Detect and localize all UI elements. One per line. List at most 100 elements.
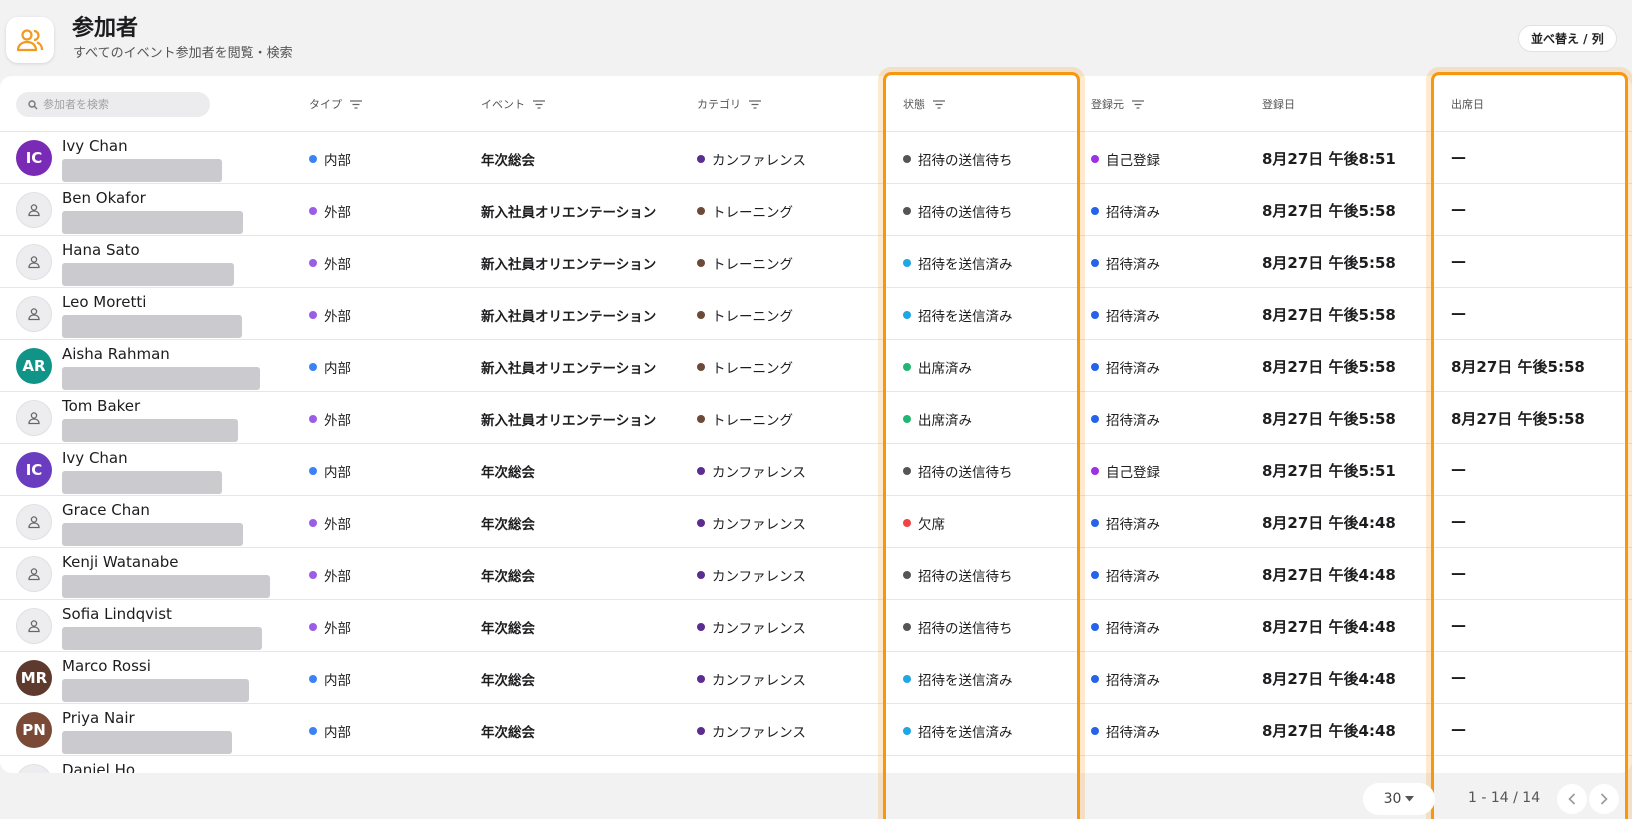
filter-icon[interactable] [1132, 99, 1144, 109]
category-cell-dot [697, 727, 705, 735]
type-cell: 内部 [309, 461, 351, 481]
category-cell-dot [697, 519, 705, 527]
table-row[interactable]: Hana Sato 外部 新入社員オリエンテーション トレーニング 招待を送信済み 招待済… [0, 236, 1632, 288]
redacted-email-bar [62, 471, 222, 494]
redacted-email-bar [62, 679, 249, 702]
table-row[interactable]: Grace Chan 外部 年次総会 カンファレンス 欠席 招待済み 8月27日 午後4:4… [0, 496, 1632, 548]
registered-date: 8月27日 午後5:58 [1262, 410, 1396, 428]
page-title: 参加者 [72, 16, 139, 41]
person-icon [28, 256, 40, 269]
column-header-event[interactable]: イベント [481, 96, 545, 112]
column-header-status[interactable]: 状態 [903, 96, 945, 112]
participant-name[interactable]: Ben Okafor [62, 189, 146, 207]
category-cell: トレーニング [697, 357, 793, 377]
participant-name[interactable]: Ivy Chan [62, 137, 128, 155]
category-cell-label: トレーニング [712, 413, 793, 429]
source-cell: 招待済み [1091, 305, 1160, 325]
filter-icon[interactable] [749, 99, 761, 109]
type-cell-dot [309, 467, 317, 475]
column-header-category-label: カテゴリ [697, 98, 741, 111]
table-row[interactable]: IC Ivy Chan 内部 年次総会 カンファレンス 招待の送信待ち 自己登録 8月27日 … [0, 444, 1632, 496]
event-cell-label: 年次総会 [481, 569, 535, 585]
table-row[interactable]: AR Aisha Rahman 内部 新入社員オリエンテーション トレーニング 出席済み 招… [0, 340, 1632, 392]
filter-icon[interactable] [350, 99, 362, 109]
table-row[interactable]: Daniel Ho [0, 756, 1632, 773]
table-row[interactable]: Ben Okafor 外部 新入社員オリエンテーション トレーニング 招待の送信待ち 招待… [0, 184, 1632, 236]
chevron-left-icon [1568, 793, 1576, 805]
column-header-category[interactable]: カテゴリ [697, 96, 761, 112]
filter-icon[interactable] [533, 99, 545, 109]
source-cell-dot [1091, 623, 1099, 631]
participant-name[interactable]: Kenji Watanabe [62, 553, 179, 571]
participant-name[interactable]: Sofia Lindqvist [62, 605, 172, 623]
source-cell-dot [1091, 415, 1099, 423]
participant-name[interactable]: Leo Moretti [62, 293, 146, 311]
event-cell: 年次総会 [481, 565, 535, 585]
category-cell-dot [697, 571, 705, 579]
next-page-button[interactable] [1589, 784, 1619, 814]
participant-name[interactable]: Grace Chan [62, 501, 150, 519]
participant-name[interactable]: Priya Nair [62, 709, 135, 727]
participant-name[interactable]: Daniel Ho [62, 761, 135, 773]
category-cell: カンファレンス [697, 669, 806, 689]
type-cell-dot [309, 519, 317, 527]
column-header-attended[interactable]: 出席日 [1451, 96, 1484, 112]
avatar-initials: MR [20, 669, 48, 687]
column-header-source[interactable]: 登録元 [1091, 96, 1144, 112]
redacted-email-bar [62, 523, 243, 546]
avatar [16, 764, 52, 773]
registered-date: 8月27日 午後5:58 [1262, 358, 1396, 376]
type-cell: 内部 [309, 721, 351, 741]
category-cell: トレーニング [697, 305, 793, 325]
participant-name[interactable]: Hana Sato [62, 241, 140, 259]
prev-page-button[interactable] [1557, 784, 1587, 814]
participant-name[interactable]: Marco Rossi [62, 657, 151, 675]
person-icon [28, 516, 40, 529]
person-icon [28, 204, 40, 217]
table-row[interactable]: IC Ivy Chan 内部 年次総会 カンファレンス 招待の送信待ち 自己登録 8月27日 … [0, 132, 1632, 184]
status-cell-label: 招待の送信待ち [918, 621, 1013, 637]
source-cell-label: 招待済み [1106, 725, 1160, 741]
registered-date: 8月27日 午後5:58 [1262, 202, 1396, 220]
participant-name[interactable]: Tom Baker [62, 397, 140, 415]
type-cell-label: 外部 [324, 569, 351, 585]
registered-date: 8月27日 午後8:51 [1262, 150, 1396, 168]
table-row[interactable]: MR Marco Rossi 内部 年次総会 カンファレンス 招待を送信済み 招待済み 8月2… [0, 652, 1632, 704]
table-row[interactable]: Sofia Lindqvist 外部 年次総会 カンファレンス 招待の送信待ち 招待済み 8… [0, 600, 1632, 652]
category-cell-dot [697, 415, 705, 423]
page-size-select[interactable]: 30 [1363, 783, 1435, 815]
table-row[interactable]: PN Priya Nair 内部 年次総会 カンファレンス 招待を送信済み 招待済み 8月27… [0, 704, 1632, 756]
category-cell: カンファレンス [697, 617, 806, 637]
search-input[interactable] [43, 98, 203, 111]
source-cell-label: 自己登録 [1106, 153, 1160, 169]
category-cell-label: トレーニング [712, 309, 793, 325]
category-cell-dot [697, 675, 705, 683]
table-row[interactable]: Kenji Watanabe 外部 年次総会 カンファレンス 招待の送信待ち 招待済み 8月… [0, 548, 1632, 600]
avatar [16, 244, 52, 280]
type-cell: 外部 [309, 409, 351, 429]
source-cell-dot [1091, 519, 1099, 527]
sort-columns-button[interactable]: 並べ替え / 列 [1518, 25, 1617, 52]
participant-name[interactable]: Ivy Chan [62, 449, 128, 467]
participant-name[interactable]: Aisha Rahman [62, 345, 170, 363]
avatar [16, 192, 52, 228]
column-header-type[interactable]: タイプ [309, 96, 362, 112]
source-cell-label: 招待済み [1106, 205, 1160, 221]
attended-date: — [1451, 200, 1466, 218]
source-cell: 自己登録 [1091, 461, 1160, 481]
table-row[interactable]: Leo Moretti 外部 新入社員オリエンテーション トレーニング 招待を送信済み 招… [0, 288, 1632, 340]
category-cell-dot [697, 363, 705, 371]
search-box[interactable] [16, 92, 210, 117]
filter-icon[interactable] [933, 99, 945, 109]
type-cell-label: 外部 [324, 413, 351, 429]
avatar: PN [16, 712, 52, 748]
table-row[interactable]: Tom Baker 外部 新入社員オリエンテーション トレーニング 出席済み 招待済み 8月… [0, 392, 1632, 444]
source-cell-label: 招待済み [1106, 413, 1160, 429]
source-cell: 招待済み [1091, 357, 1160, 377]
column-header-registered[interactable]: 登録日 [1262, 96, 1295, 112]
event-cell: 新入社員オリエンテーション [481, 201, 656, 221]
avatar [16, 400, 52, 436]
type-cell: 内部 [309, 149, 351, 169]
redacted-email-bar [62, 575, 270, 598]
source-cell: 招待済み [1091, 669, 1160, 689]
